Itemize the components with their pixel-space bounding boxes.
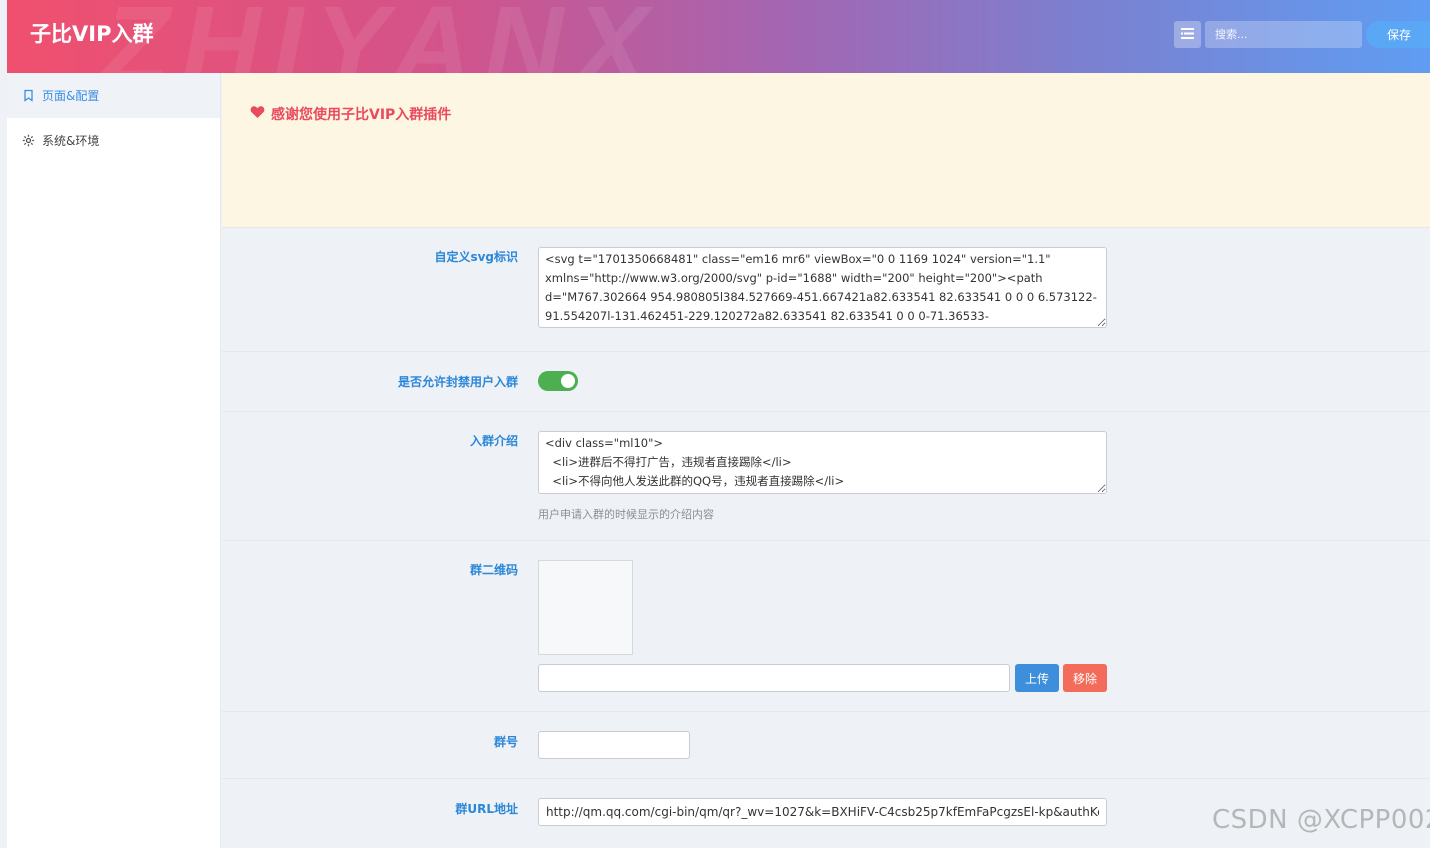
banner-text: 感谢您使用子比VIP入群插件: [271, 107, 452, 123]
cog-icon: [22, 134, 35, 147]
sidebar-item-system-env[interactable]: 系统&环境: [7, 118, 220, 163]
save-button[interactable]: 保存: [1366, 21, 1430, 48]
main-content: 感谢您使用子比VIP入群插件 自定义svg标识 是否允许封禁用户入群 入群介绍 …: [222, 73, 1430, 848]
group-url-label: 群URL地址: [455, 802, 518, 816]
search-input[interactable]: [1205, 21, 1362, 48]
group-number-label: 群号: [493, 735, 518, 749]
menu-toggle-button[interactable]: [1174, 21, 1201, 48]
qr-url-input[interactable]: [538, 664, 1010, 692]
form-row-svg: 自定义svg标识: [222, 227, 1430, 351]
form-row-ban: 是否允许封禁用户入群: [222, 351, 1430, 411]
remove-button[interactable]: 移除: [1063, 664, 1107, 692]
banner-message: 感谢您使用子比VIP入群插件: [250, 104, 451, 124]
sidebar-item-page-config[interactable]: 页面&配置: [7, 73, 220, 118]
brand-title: 子比VIP入群: [30, 22, 154, 46]
intro-label: 入群介绍: [469, 434, 518, 448]
svg-label: 自定义svg标识: [434, 250, 518, 264]
group-url-input[interactable]: [538, 798, 1107, 826]
top-header: ZHIYANX 子比VIP入群 保存: [7, 0, 1430, 73]
svg-textarea[interactable]: [538, 247, 1107, 328]
group-number-input[interactable]: [538, 731, 690, 759]
sidebar-item-label: 页面&配置: [42, 89, 100, 103]
sidebar: 页面&配置 系统&环境: [7, 73, 221, 848]
qr-label: 群二维码: [469, 563, 518, 577]
heart-icon: [250, 105, 271, 123]
sidebar-item-label: 系统&环境: [42, 134, 100, 148]
toggle-knob: [561, 374, 575, 388]
list-icon: [1181, 25, 1194, 44]
qr-preview: [538, 560, 633, 655]
ban-label: 是否允许封禁用户入群: [397, 375, 518, 389]
intro-help-text: 用户申请入群的时候显示的介绍内容: [538, 508, 714, 521]
bookmark-icon: [22, 89, 35, 102]
form-row-qr: 群二维码 上传 移除: [222, 540, 1430, 711]
header-watermark: ZHIYANX: [102, 0, 661, 73]
intro-textarea[interactable]: [538, 431, 1107, 494]
ban-toggle-switch[interactable]: [538, 371, 578, 391]
csdn-watermark: CSDN @XCPP002: [1212, 805, 1430, 835]
upload-button[interactable]: 上传: [1015, 664, 1059, 692]
form-row-group-number: 群号: [222, 711, 1430, 778]
form-row-intro: 入群介绍 用户申请入群的时候显示的介绍内容: [222, 411, 1430, 540]
thanks-banner: 感谢您使用子比VIP入群插件: [222, 73, 1430, 227]
